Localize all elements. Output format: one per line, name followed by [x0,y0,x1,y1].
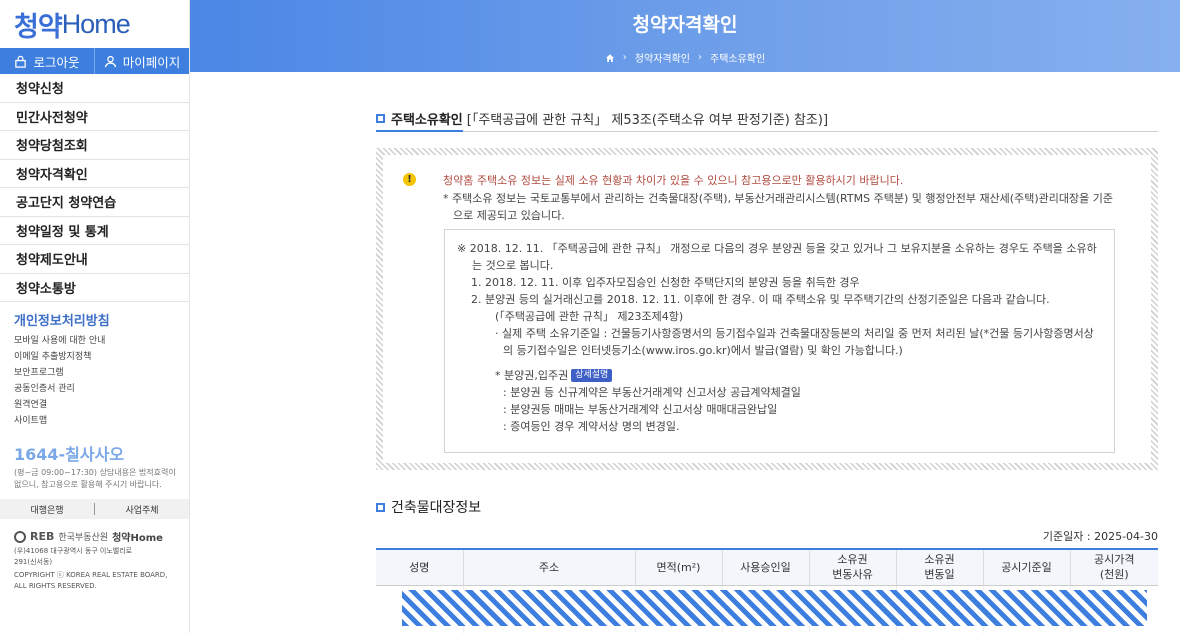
regulation-item-2: 2. 분양권 등의 실거래신고를 2018. 12. 11. 이후에 한 경우.… [471,293,1050,306]
menu-item-eligibility-check[interactable]: 청약자격확인 [0,160,189,188]
lock-icon [15,55,27,68]
section-title-text: 주택소유확인 [391,113,463,128]
auth-bar: 로그아웃 마이페이지 [0,48,189,74]
logout-label: 로그아웃 [33,54,80,70]
presale-rule-1: : 분양권 등 신규계약은 부동산거래계약 신고서상 공급계약체결일 [503,386,801,399]
user-icon [104,55,116,67]
base-date: 기준일자 : 2025-04-30 [1042,530,1158,543]
security-program-link[interactable]: 보안프로그램 [0,365,189,381]
menu-item-practice[interactable]: 공고단지 청약연습 [0,188,189,217]
mypage-label: 마이페이지 [122,54,181,70]
presale-rights-row: * 분양권,입주권 상세설명 [457,367,1102,384]
quick-links: 대행은행 사업주체 [0,499,189,519]
col-notice-date: 공시기준일 [982,549,1070,586]
menu-item-schedule-stats[interactable]: 청약일정 및 통계 [0,217,189,245]
col-notice-price: 공시가격 (천원) [1069,549,1158,586]
site-logo[interactable]: 청약 Home [0,0,189,48]
phone-number: 1644-칠사사오 [14,445,125,464]
certificate-link[interactable]: 공동인증서 관리 [0,381,189,397]
presale-rule-2: : 분양권등 매매는 부동산거래계약 신고서상 매매대금완납일 [503,403,778,416]
agent-bank-link[interactable]: 대행은행 [0,503,94,516]
section-title-house-ownership: 주택소유확인 [「주택공급에 관한 규칙」 제53조(주택소유 여부 판정기준)… [376,110,1158,132]
address-line-1: (우)41068 대구광역시 동구 이노밸리로 [14,547,133,555]
chevron-right-icon: › [698,52,702,63]
remote-connect-link[interactable]: 원격연결 [0,397,189,413]
address-line-2: 291(신서동) [14,558,53,566]
menu-item-winner-check[interactable]: 청약당첨조회 [0,131,189,160]
main-menu: 청약신청 민간사전청약 청약당첨조회 청약자격확인 공고단지 청약연습 청약일정… [0,74,189,302]
menu-item-private-pre-subscription[interactable]: 민간사전청약 [0,103,189,131]
sidebar: 청약 Home 로그아웃 마이페이지 청약신청 민간사전청약 청약당첨조회 청약자… [0,0,190,633]
mypage-button[interactable]: 마이페이지 [94,48,189,74]
logout-button[interactable]: 로그아웃 [0,48,94,74]
menu-item-system-guide[interactable]: 청약제도안내 [0,245,189,274]
page-header: 청약자격확인 › 청약자격확인 › 주택소유확인 [190,0,1180,72]
regulation-intro: ※ 2018. 12. 11. 「주택공급에 관한 규칙」 개정으로 다음의 경… [457,242,1097,272]
col-ownership-change-reason: 소유권 변동사유 [808,549,896,586]
footer-logo: REB 한국부동산원 청약Home [14,529,189,544]
square-bullet-icon [376,502,385,512]
privacy-policy-link[interactable]: 개인정보처리방침 [14,310,189,329]
logo-korean: 청약 [14,11,63,42]
hours-line-2: 없으니, 참고용으로 활용해 주시기 바랍니다. [14,480,162,489]
regulation-box: ※ 2018. 12. 11. 「주택공급에 관한 규칙」 개정으로 다음의 경… [444,229,1115,453]
building-register-table: 성명 주소 면적(m²) 사용승인일 소유권 변동사유 소유권 변동일 공시기준… [376,548,1158,633]
business-entity-link[interactable]: 사업주체 [95,503,189,516]
col-name: 성명 [376,549,463,586]
building-register-section: 건축물대장정보 기준일자 : 2025-04-30 성명 주소 면적(m²) 사… [376,496,1158,633]
regulation-item-2-ref: (「주택공급에 관한 규칙」 제23조제4항) [495,310,684,323]
section-reference: [「주택공급에 관한 규칙」 제53조(주택소유 여부 판정기준) 참조)] [466,113,829,128]
col-approval-date: 사용승인일 [721,549,809,586]
chevron-right-icon: › [622,52,627,63]
regulation-item-1: 1. 2018. 12. 11. 이후 입주자모집승인 신청한 주택단지의 분양… [471,276,860,289]
regulation-ownership-date: · 실제 주택 소유기준일 : 건물등기사항증명서의 등기접수일과 건축물대장등… [495,327,1094,357]
col-area: 면적(m²) [634,549,722,586]
copyright-line-2: ALL RIGHTS RESERVED. [14,582,97,590]
section-title-building-register: 건축물대장정보 [376,496,1158,518]
footer-reb: REB [30,530,55,543]
main-content: 주택소유확인 [「주택공급에 관한 규칙」 제53조(주택소유 여부 판정기준)… [376,72,1158,633]
col-ownership-change-date: 소유권 변동일 [895,549,983,586]
mobile-guide-link[interactable]: 모바일 사용에 대한 안내 [0,333,189,349]
footer-org: 한국부동산원 [58,533,109,543]
breadcrumb-house-ownership[interactable]: 주택소유확인 [710,50,765,65]
table-row [376,585,1158,633]
section-title-text: 건축물대장정보 [391,500,482,516]
notice-warning-text: 청약홈 주택소유 정보는 실제 소유 현황과 차이가 있을 수 있으니 참고용으… [443,174,904,187]
footer-brand: 청약Home [112,533,163,544]
email-policy-link[interactable]: 이메일 추출방지정책 [0,349,189,365]
reb-logo-icon [14,530,26,543]
breadcrumb-eligibility[interactable]: 청약자격확인 [635,50,690,65]
page-title: 청약자격확인 [632,14,738,36]
copyright-line-1: COPYRIGHT ⓒ KOREA REAL ESTATE BOARD, [14,571,168,579]
menu-item-apply[interactable]: 청약신청 [0,74,189,103]
notice-box: ! 청약홈 주택소유 정보는 실제 소유 현황과 차이가 있을 수 있으니 참고… [376,148,1158,470]
hours-line-1: (평~금 09:00~17:30) 상담내용은 법적효력이 [14,468,176,477]
detail-description-button[interactable]: 상세설명 [571,369,613,382]
menu-item-communication[interactable]: 청약소통방 [0,274,189,302]
presale-rights-label: * 분양권,입주권 [495,369,569,382]
breadcrumb: › 청약자격확인 › 주택소유확인 [190,50,1180,65]
loading-cell [376,585,1147,633]
presale-rule-3: : 증여등인 경우 계약서상 명의 변경일. [503,420,680,433]
warning-icon: ! [403,173,416,186]
loading-progress-bar [402,589,1147,626]
sitemap-link[interactable]: 사이트맵 [0,413,189,429]
logo-english: Home [61,8,131,39]
square-bullet-icon [376,114,385,123]
table-header-row: 성명 주소 면적(m²) 사용승인일 소유권 변동사유 소유권 변동일 공시기준… [376,549,1158,586]
notice-info-text: * 주택소유 정보는 국토교통부에서 관리하는 건축물대장(주택), 부동산거래… [443,192,1113,222]
col-address: 주소 [462,549,635,586]
home-icon[interactable] [605,53,615,63]
